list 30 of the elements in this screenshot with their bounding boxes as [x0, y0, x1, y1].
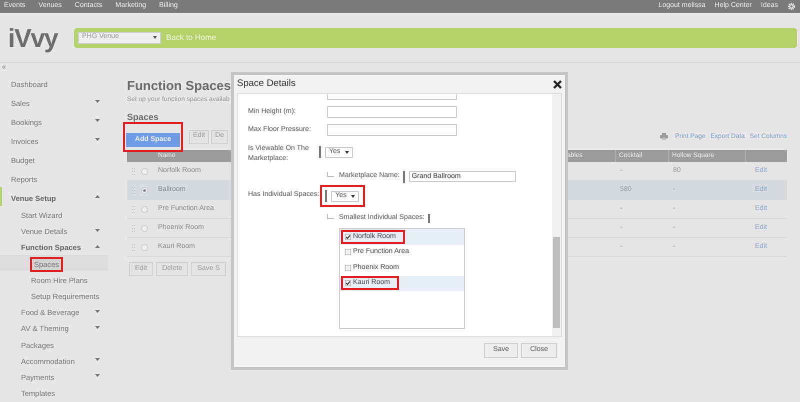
radio-button[interactable]: [141, 168, 148, 174]
settings-icon[interactable]: [787, 2, 796, 11]
printer-icon[interactable]: [660, 133, 668, 140]
page-title: Function Spaces: [127, 77, 232, 95]
divider-bar: [325, 190, 328, 202]
radio-button[interactable]: [141, 206, 148, 212]
section-title: Spaces: [127, 112, 159, 123]
checkbox[interactable]: [345, 264, 351, 271]
scrollbar-thumb[interactable]: [553, 237, 560, 328]
radio-button[interactable]: [141, 186, 148, 194]
checkbox[interactable]: [345, 280, 351, 286]
radio-button[interactable]: [141, 244, 148, 250]
divider-bar: [319, 146, 321, 158]
close-icon[interactable]: [553, 80, 562, 88]
tree-connector: [327, 172, 334, 177]
input-field[interactable]: [327, 106, 457, 118]
input-field[interactable]: [327, 94, 457, 100]
scrollbar[interactable]: [552, 94, 561, 336]
divider-bar: [428, 214, 430, 222]
tree-connector: [327, 214, 334, 218]
logo: iVvy: [7, 24, 59, 50]
dialog-title: Space Details: [237, 76, 297, 91]
caret-icon: [345, 150, 349, 154]
caret-icon: [351, 194, 356, 198]
caret-icon: [153, 36, 157, 39]
divider-bar: [402, 170, 405, 182]
input-field[interactable]: [327, 124, 457, 136]
radio-button[interactable]: [141, 224, 148, 232]
checkbox[interactable]: [345, 234, 351, 240]
checkbox[interactable]: [345, 249, 351, 256]
